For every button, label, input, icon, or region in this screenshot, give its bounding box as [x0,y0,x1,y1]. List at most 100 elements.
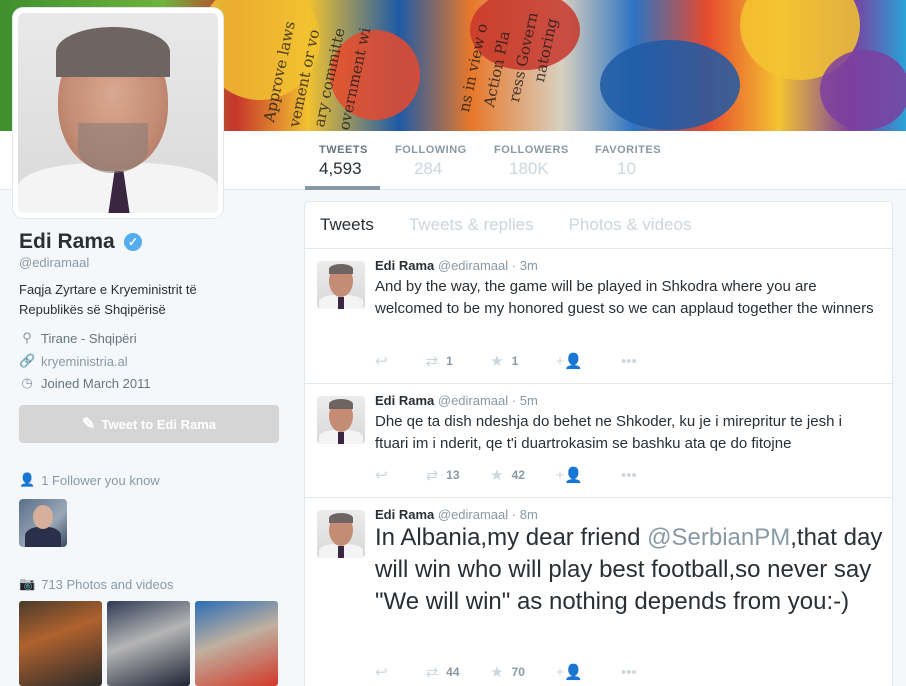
follower-face [33,505,53,529]
tweet-header: Edi Rama @ediramaal · 5m [375,393,538,408]
tweet-time[interactable]: 5m [520,393,538,408]
stat-value: 4,593 [319,159,362,178]
star-icon: ★ [490,353,504,370]
favorite-count: 70 [511,665,525,679]
tweet-author-handle[interactable]: @ediramaal [438,393,508,408]
tweet-actions: ↩ ⇄ 13 ★ 42 +👤 ••• [375,466,675,485]
tweet-time[interactable]: 3m [520,258,538,273]
clock-icon: ◷ [21,375,33,390]
star-icon: ★ [490,467,504,484]
retweet-icon: ⇄ [425,353,439,370]
tweet-dot: · [511,393,517,408]
tweet[interactable]: Edi Rama @ediramaal · 3m And by the way,… [305,249,892,384]
profile-avatar[interactable] [13,8,223,218]
tab-tweets-replies[interactable]: Tweets & replies [409,215,534,235]
favorite-button[interactable]: ★ 70 [490,663,525,681]
tweet-avatar[interactable] [317,510,365,558]
tweet-header: Edi Rama @ediramaal · 3m [375,258,538,273]
reply-button[interactable]: ↩ [375,352,396,370]
stat-followers[interactable]: FOLLOWERS 180K [494,144,569,179]
favorite-count: 42 [511,468,525,482]
timeline: Tweets Tweets & replies Photos & videos … [304,201,893,686]
avatar-hair [329,264,353,274]
tweet-dot: · [511,258,517,273]
star-icon: ★ [490,664,504,681]
tab-photos-videos[interactable]: Photos & videos [569,215,692,235]
reply-button[interactable]: ↩ [375,466,396,484]
reply-icon: ↩ [375,467,388,484]
reply-icon: ↩ [375,353,388,370]
follow-icon: +👤 [555,664,584,681]
stat-value: 284 [414,159,443,178]
stat-value: 180K [509,159,549,178]
timeline-tabs: Tweets Tweets & replies Photos & videos [305,202,892,249]
profile-website[interactable]: 🔗 kryeministria.al [19,353,128,369]
tweet-header: Edi Rama @ediramaal · 8m [375,507,538,522]
tweet[interactable]: Edi Rama @ediramaal · 8m In Albania,my d… [305,498,892,686]
tweet-to-label: Tweet to Edi Rama [101,416,217,432]
tweet-time[interactable]: 8m [520,507,538,522]
tweet-author-handle[interactable]: @ediramaal [438,258,508,273]
tweet-author-name[interactable]: Edi Rama [375,393,434,408]
joined-text: Joined March 2011 [41,375,151,391]
tweet-actions: ↩ ⇄ 44 ★ 70 +👤 ••• [375,663,675,682]
more-icon: ••• [621,466,637,484]
tweet-avatar[interactable] [317,396,365,444]
follower-body [25,527,61,547]
stat-favorites[interactable]: FAVORITES 10 [595,144,661,179]
tweet-author-name[interactable]: Edi Rama [375,258,434,273]
retweet-button[interactable]: ⇄ 44 [426,663,461,681]
avatar-image [18,13,218,213]
tweet-author-handle[interactable]: @ediramaal [438,507,508,522]
media-thumbnail[interactable] [195,601,278,686]
favorite-button[interactable]: ★ 1 [490,352,525,370]
followers-you-know-link[interactable]: 👤 1 Follower you know [19,472,160,488]
verified-badge-icon: ✓ [124,233,142,251]
reply-icon: ↩ [375,664,388,681]
more-icon: ••• [621,663,637,681]
follow-button[interactable]: +👤 [556,352,591,370]
followers-you-know-text: 1 Follower you know [41,472,160,488]
retweet-count: 1 [446,354,453,368]
camera-icon: 📷 [19,576,36,591]
tweet[interactable]: Edi Rama @ediramaal · 5m Dhe qe ta dish … [305,384,892,498]
follow-icon: +👤 [555,353,584,370]
favorite-count: 1 [511,354,519,368]
tweet-text: Dhe qe ta dish ndeshja do behet ne Shkod… [375,413,842,452]
more-button[interactable]: ••• [621,353,645,370]
avatar-tie [338,432,344,444]
more-icon: ••• [621,352,637,370]
stat-value: 10 [617,159,636,178]
avatar-tie [338,297,344,309]
reply-button[interactable]: ↩ [375,663,396,681]
media-thumbnail[interactable] [19,601,102,686]
stat-following[interactable]: FOLLOWING 284 [395,144,467,179]
tweet-author-name[interactable]: Edi Rama [375,507,434,522]
favorite-button[interactable]: ★ 42 [490,466,525,484]
more-button[interactable]: ••• [621,664,645,681]
more-button[interactable]: ••• [621,467,645,484]
tweet-text-part: In Albania,my dear friend [375,524,648,551]
stat-label: TWEETS [319,144,368,156]
mention-link[interactable]: @SerbianPM [647,524,790,551]
retweet-icon: ⇄ [425,664,439,681]
location-text: Tirane - Shqipëri [41,330,137,346]
stat-tweets[interactable]: TWEETS 4,593 [319,144,368,179]
website-link[interactable]: kryeministria.al [41,354,128,369]
follow-button[interactable]: +👤 [556,663,591,681]
photos-videos-link[interactable]: 📷 713 Photos and videos [19,576,173,592]
tweet-text: And by the way, the game will be played … [375,278,874,317]
retweet-button[interactable]: ⇄ 13 [426,466,461,484]
profile-handle[interactable]: @ediramaal [19,255,89,270]
tweet-avatar[interactable] [317,261,365,309]
profile-name[interactable]: Edi Rama [19,230,115,254]
follow-icon: +👤 [555,467,584,484]
tweet-to-button[interactable]: ✎ Tweet to Edi Rama [19,405,279,443]
tab-tweets[interactable]: Tweets [320,215,374,235]
follower-avatar[interactable] [19,499,67,547]
follow-button[interactable]: +👤 [556,466,591,484]
tweet-actions: ↩ ⇄ 1 ★ 1 +👤 ••• [375,352,675,371]
retweet-button[interactable]: ⇄ 1 [426,352,461,370]
profile-bio: Faqja Zyrtare e Kryeministrit të Republi… [19,282,197,317]
media-thumbnail[interactable] [107,601,190,686]
